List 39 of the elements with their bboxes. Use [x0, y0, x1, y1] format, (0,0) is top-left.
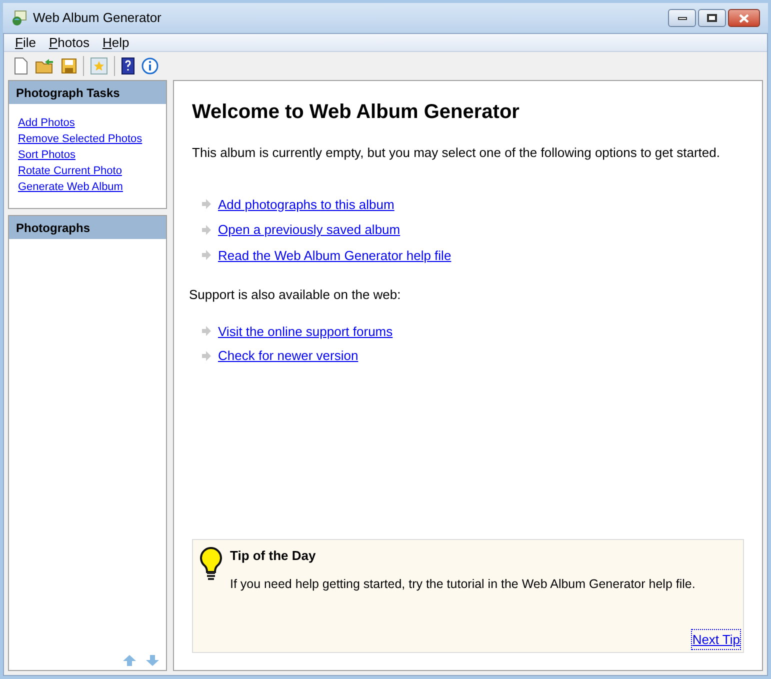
- arrow-icon: [201, 199, 211, 210]
- lightbulb-icon: [199, 546, 223, 582]
- task-link[interactable]: Generate Web Album: [18, 179, 123, 195]
- close-icon: [739, 14, 749, 22]
- window-title: Web Album Generator: [33, 9, 162, 28]
- save-icon[interactable]: [61, 57, 77, 75]
- close-button[interactable]: [728, 9, 760, 27]
- task-link[interactable]: Remove Selected Photos: [18, 131, 142, 147]
- maximize-button[interactable]: [698, 9, 726, 27]
- link[interactable]: Open a previously saved album: [218, 220, 400, 240]
- task-link[interactable]: Rotate Current Photo: [18, 163, 122, 179]
- intro-text: This album is currently empty, but you may select one of the following options to get started.: [192, 144, 721, 162]
- link[interactable]: Add photographs to this album: [218, 194, 394, 214]
- support-text: Support is also available on the web:: [189, 286, 402, 304]
- task-link[interactable]: Sort Photos: [18, 147, 76, 163]
- star-picture-icon[interactable]: [90, 57, 108, 75]
- arrow-icon: [201, 224, 211, 235]
- arrow-icon: [201, 326, 211, 336]
- arrow-icon: [201, 250, 211, 260]
- task-link[interactable]: Add Photos: [18, 115, 75, 131]
- link[interactable]: Read the Web Album Generator help file: [218, 246, 452, 265]
- tip-text: If you need help getting started, try the tutorial in the Web Album Generator help file.: [230, 576, 696, 593]
- new-file-icon[interactable]: [13, 57, 29, 75]
- help-book-icon[interactable]: [121, 57, 135, 75]
- menu-item[interactable]: Photos: [48, 36, 90, 49]
- minimize-button[interactable]: [668, 9, 696, 27]
- info-icon[interactable]: [141, 57, 159, 75]
- open-folder-icon[interactable]: [35, 57, 55, 75]
- panel-header: Photographs: [9, 216, 166, 239]
- app-icon: [11, 10, 27, 26]
- next-tip-link[interactable]: Next Tip: [692, 630, 740, 649]
- menu-item[interactable]: Help: [102, 36, 130, 49]
- tip-title: Tip of the Day: [230, 547, 317, 565]
- menu-item[interactable]: File: [15, 36, 36, 49]
- welcome-heading: Welcome to Web Album Generator: [192, 100, 520, 125]
- arrow-icon: [201, 350, 211, 361]
- panel-header: Photograph Tasks: [9, 81, 166, 104]
- link[interactable]: Check for newer version: [218, 346, 358, 366]
- link[interactable]: Visit the online support forums: [218, 322, 393, 341]
